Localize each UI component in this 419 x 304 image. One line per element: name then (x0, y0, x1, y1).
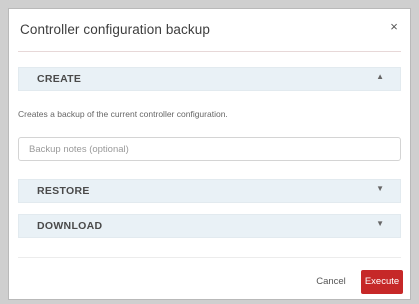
chevron-down-icon: ▼ (376, 219, 384, 228)
cancel-button[interactable]: Cancel (310, 270, 352, 294)
create-description: Creates a backup of the current controll… (18, 109, 228, 119)
execute-button[interactable]: Execute (361, 270, 403, 294)
footer-divider (18, 257, 401, 258)
chevron-up-icon: ▲ (376, 72, 384, 81)
dialog-title: Controller configuration backup (20, 22, 210, 37)
close-icon[interactable]: × (386, 19, 402, 35)
backup-notes-input[interactable] (18, 137, 401, 161)
section-download-label: DOWNLOAD (37, 220, 103, 232)
chevron-down-icon: ▼ (376, 184, 384, 193)
dialog-header: Controller configuration backup × (9, 9, 410, 51)
backup-dialog: Controller configuration backup × CREATE… (8, 8, 411, 300)
header-divider (18, 51, 401, 52)
section-create-label: CREATE (37, 73, 82, 85)
section-download[interactable]: DOWNLOAD ▼ (18, 214, 401, 238)
section-restore-label: RESTORE (37, 185, 90, 197)
section-restore[interactable]: RESTORE ▼ (18, 179, 401, 203)
section-create[interactable]: CREATE ▲ (18, 67, 401, 91)
